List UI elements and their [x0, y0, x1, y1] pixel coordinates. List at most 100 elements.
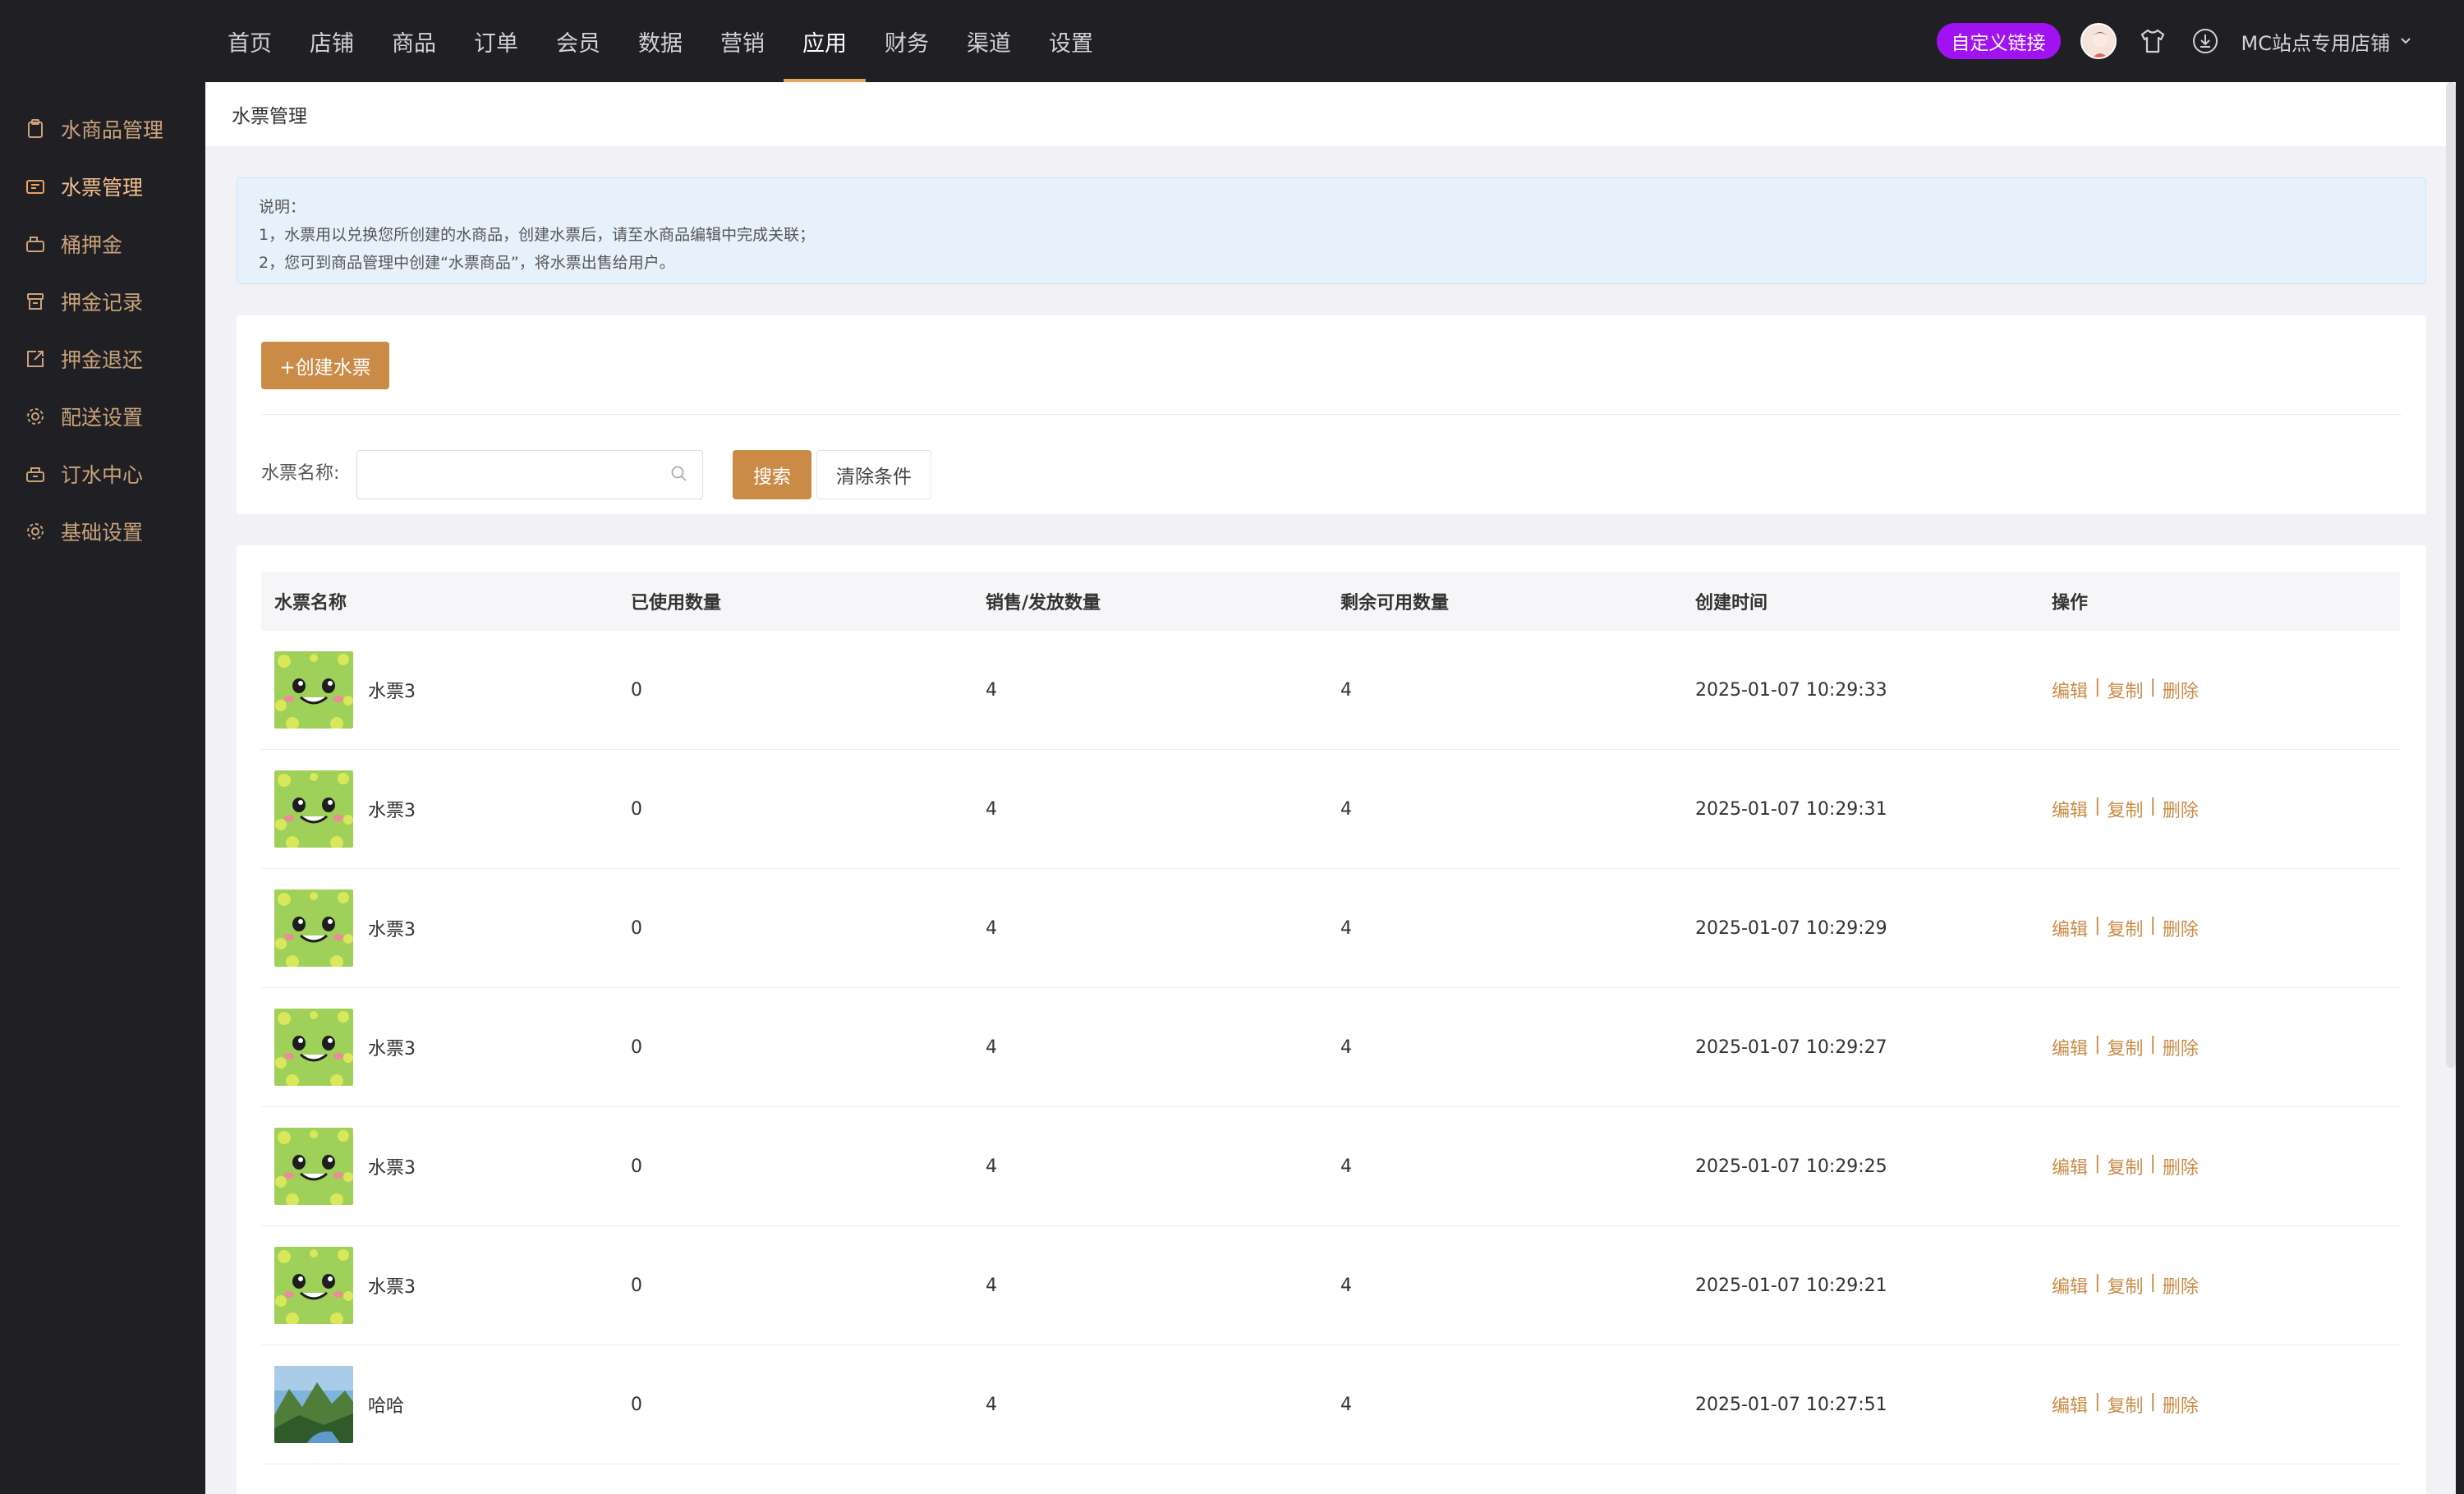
ticket-name: 水票3	[368, 682, 416, 702]
download-icon[interactable]	[2189, 25, 2222, 57]
copy-link[interactable]: 复制	[2107, 915, 2143, 941]
copy-link[interactable]: 复制	[2107, 1272, 2143, 1299]
separator: |	[2149, 1153, 2156, 1174]
sidebar-item-deposit-records[interactable]: 押金记录	[0, 273, 205, 330]
green-face-image	[274, 1247, 353, 1324]
top-nav-menu: 首页 店铺 商品 订单 会员 数据 营销 应用 财务 渠道 设置	[209, 0, 1112, 82]
edit-link[interactable]: 编辑	[2052, 1153, 2088, 1179]
delete-link[interactable]: 删除	[2163, 1391, 2199, 1418]
header-ticket-name: 水票名称	[274, 593, 347, 614]
sold-count: 4	[986, 679, 997, 701]
sidebar-item-deposit-refund[interactable]: 押金退还	[0, 330, 205, 388]
filter-panel: +创建水票 水票名称: 搜索 清除条件	[237, 315, 2426, 514]
edit-link[interactable]: 编辑	[2052, 677, 2088, 703]
copy-link[interactable]: 复制	[2107, 677, 2143, 703]
used-count: 0	[631, 798, 642, 820]
search-button[interactable]: 搜索	[733, 450, 811, 499]
table-row: 水票3 0 4 4 2025-01-07 10:29:21 编辑 | 复制 | …	[261, 1226, 2400, 1345]
actions-cell: 编辑 | 复制 | 删除	[2039, 1153, 2400, 1179]
remaining-count: 4	[1340, 1275, 1352, 1296]
create-ticket-button[interactable]: +创建水票	[261, 342, 389, 389]
green-face-image	[274, 1009, 353, 1086]
created-time: 2025-01-07 10:29:29	[1695, 917, 1887, 939]
custom-link-button[interactable]: 自定义链接	[1936, 23, 2061, 59]
created-time: 2025-01-07 10:29:33	[1695, 679, 1887, 701]
actions-cell: 编辑 | 复制 | 删除	[2039, 677, 2400, 703]
ticket-name-cell: 水票3	[261, 1009, 618, 1086]
copy-link[interactable]: 复制	[2107, 1153, 2143, 1179]
notice-box: 说明： 1，水票用以兑换您所创建的水商品，创建水票后，请至水商品编辑中完成关联；…	[237, 177, 2426, 284]
separator: |	[2094, 1391, 2101, 1412]
sidebar-item-label: 配送设置	[61, 406, 144, 430]
header-created-time: 创建时间	[1695, 593, 1768, 614]
shirt-icon[interactable]	[2136, 25, 2169, 57]
copy-link[interactable]: 复制	[2107, 1034, 2143, 1060]
delete-link[interactable]: 删除	[2163, 677, 2199, 703]
edit-link[interactable]: 编辑	[2052, 1272, 2088, 1299]
edit-link[interactable]: 编辑	[2052, 796, 2088, 822]
sidebar-item-bucket-deposit[interactable]: 桶押金	[0, 215, 205, 273]
nav-item-members[interactable]: 会员	[537, 0, 619, 82]
clear-filter-button[interactable]: 清除条件	[816, 450, 931, 499]
notice-line-1: 1，水票用以兑换您所创建的水商品，创建水票后，请至水商品编辑中完成关联；	[259, 226, 816, 244]
actions-cell: 编辑 | 复制 | 删除	[2039, 915, 2400, 941]
avatar[interactable]	[2080, 23, 2117, 59]
green-face-image	[274, 1128, 353, 1205]
search-icon[interactable]	[669, 463, 690, 485]
delete-link[interactable]: 删除	[2163, 1272, 2199, 1299]
created-time: 2025-01-07 10:29:25	[1695, 1156, 1887, 1177]
record-icon	[27, 293, 44, 310]
nav-item-apps[interactable]: 应用	[784, 0, 866, 82]
delete-link[interactable]: 删除	[2163, 796, 2199, 822]
edit-link[interactable]: 编辑	[2052, 1391, 2088, 1418]
remaining-count: 4	[1340, 679, 1352, 701]
sidebar-item-water-ticket[interactable]: 水票管理	[0, 158, 205, 215]
sold-count: 4	[986, 1037, 997, 1058]
nav-item-marketing[interactable]: 营销	[701, 0, 784, 82]
created-time: 2025-01-07 10:29:27	[1695, 1037, 1887, 1058]
edit-link[interactable]: 编辑	[2052, 1034, 2088, 1060]
sidebar-item-water-goods[interactable]: 水商品管理	[0, 100, 205, 158]
ticket-name-cell: 水票3	[261, 890, 618, 967]
nav-item-settings[interactable]: 设置	[1030, 0, 1112, 82]
copy-link[interactable]: 复制	[2107, 1391, 2143, 1418]
ticket-name-input[interactable]	[356, 450, 703, 499]
used-count: 0	[631, 917, 642, 939]
ticket-name-label: 水票名称:	[261, 463, 340, 484]
nav-item-orders[interactable]: 订单	[455, 0, 537, 82]
nav-item-store[interactable]: 店铺	[291, 0, 373, 82]
nav-item-channels[interactable]: 渠道	[948, 0, 1030, 82]
table-header: 水票名称 已使用数量 销售/发放数量 剩余可用数量 创建时间 操作	[261, 572, 2400, 631]
separator: |	[2094, 1272, 2101, 1293]
copy-link[interactable]: 复制	[2107, 796, 2143, 822]
nav-item-finance[interactable]: 财务	[866, 0, 948, 82]
sidebar-item-label: 桶押金	[61, 233, 123, 257]
nav-item-goods[interactable]: 商品	[373, 0, 455, 82]
table-row: 哈哈 0 4 4 2025-01-07 10:27:51 编辑 | 复制 | 删…	[261, 1345, 2400, 1464]
delete-link[interactable]: 删除	[2163, 1034, 2199, 1060]
nav-item-home[interactable]: 首页	[209, 0, 291, 82]
delete-link[interactable]: 删除	[2163, 1153, 2199, 1179]
sidebar-item-order-center[interactable]: 订水中心	[0, 445, 205, 503]
nav-item-data[interactable]: 数据	[619, 0, 701, 82]
ticket-thumbnail	[274, 1128, 353, 1205]
edit-link[interactable]: 编辑	[2052, 915, 2088, 941]
main-content: 水票管理 说明： 1，水票用以兑换您所创建的水商品，创建水票后，请至水商品编辑中…	[205, 82, 2456, 1494]
sidebar: 水商品管理 水票管理 桶押金 押金记录 押金退还 配送设置 订水中心 基础设置	[0, 82, 205, 1494]
ticket-thumbnail	[274, 1009, 353, 1086]
store-selector[interactable]: MC站点专用店铺	[2241, 27, 2413, 56]
store-name-label: MC站点专用店铺	[2241, 31, 2390, 55]
page-title: 水票管理	[205, 82, 2456, 146]
actions-cell: 编辑 | 复制 | 删除	[2039, 796, 2400, 822]
ticket-name-cell: 水票3	[261, 1247, 618, 1324]
sidebar-item-label: 押金记录	[61, 291, 144, 315]
ticket-name: 水票3	[368, 1039, 416, 1060]
sold-count: 4	[986, 1275, 997, 1296]
sidebar-item-basic-settings[interactable]: 基础设置	[0, 503, 205, 560]
sidebar-item-delivery-settings[interactable]: 配送设置	[0, 388, 205, 445]
deposit-icon	[26, 237, 44, 252]
separator: |	[2149, 1391, 2156, 1412]
main-scrollbar[interactable]	[2446, 82, 2456, 1068]
refund-icon	[27, 351, 44, 367]
delete-link[interactable]: 删除	[2163, 915, 2199, 941]
